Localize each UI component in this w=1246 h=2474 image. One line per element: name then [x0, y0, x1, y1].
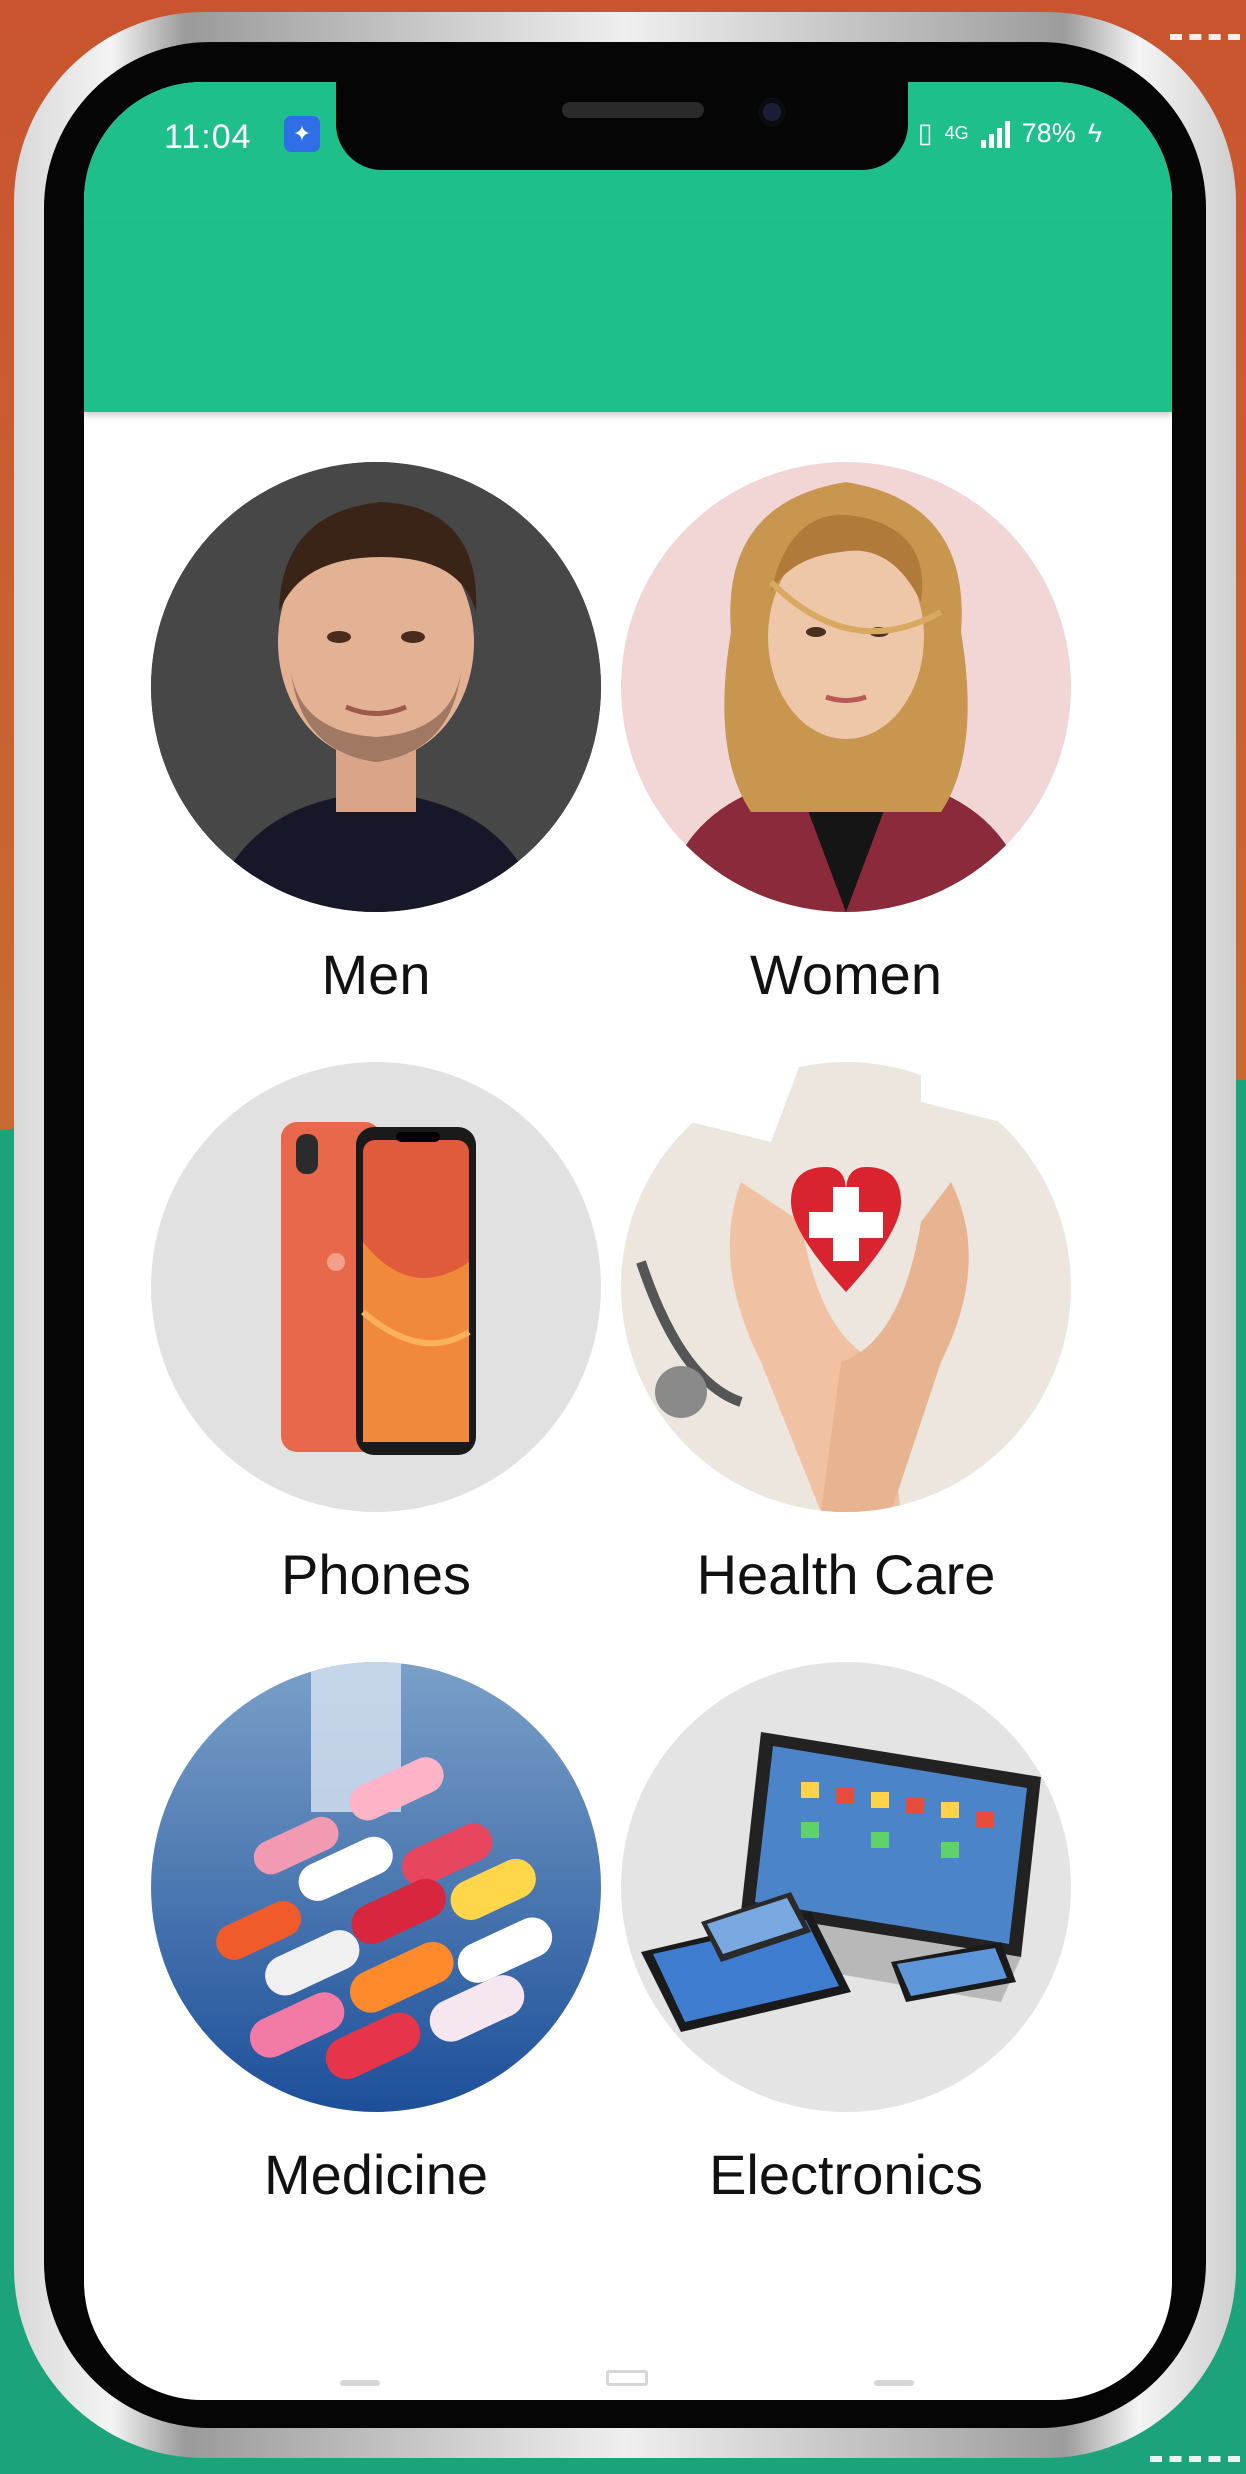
category-label: Medicine [263, 2143, 489, 2206]
status-time: 11:04 [164, 118, 252, 156]
category-label: Women [750, 943, 942, 1006]
nav-back-hint[interactable] [874, 2380, 914, 2386]
camera-notch [336, 82, 908, 170]
app-screen: 11:04 ✦ ▯ 4G 78% ϟ Shop Categories Men W… [84, 82, 1172, 2400]
hands-heart-medical-photo [621, 1062, 1071, 1512]
nav-home-hint[interactable] [606, 2370, 648, 2386]
category-electronics[interactable]: Electronics [616, 1662, 1076, 2206]
status-indicators: ▯ 4G 78% ϟ [918, 118, 1102, 149]
category-men[interactable]: Men [146, 462, 606, 1006]
speaker-grille [562, 102, 704, 118]
category-health-care[interactable]: Health Care [616, 1062, 1076, 1606]
orange-smartphone-photo [151, 1062, 601, 1512]
dashed-line-bottom [1150, 2456, 1240, 2462]
man-portrait-photo [151, 462, 601, 912]
network-type: 4G [944, 123, 969, 143]
category-medicine[interactable]: Medicine [146, 1662, 606, 2206]
pills-capsules-photo [151, 1662, 601, 2112]
vibrate-icon: ▯ [917, 118, 933, 148]
app-notification-icon: ✦ [284, 116, 320, 152]
laptop-phones-tablet-photo [621, 1662, 1071, 2112]
nav-recent-hint[interactable] [340, 2380, 380, 2386]
category-label: Phones [281, 1543, 471, 1606]
signal-icon [980, 120, 1010, 148]
category-women[interactable]: Women [616, 462, 1076, 1006]
dashed-line-top [1170, 34, 1240, 40]
charging-icon: ϟ [1087, 118, 1102, 148]
woman-portrait-photo [621, 462, 1071, 912]
category-label: Men [321, 943, 431, 1006]
app-bar: Shop Categories [84, 224, 1172, 473]
category-label: Health Care [696, 1543, 996, 1606]
front-camera [758, 98, 786, 126]
category-label: Electronics [709, 2143, 983, 2206]
battery-level: 78% [1021, 118, 1076, 148]
category-phones[interactable]: Phones [146, 1062, 606, 1606]
